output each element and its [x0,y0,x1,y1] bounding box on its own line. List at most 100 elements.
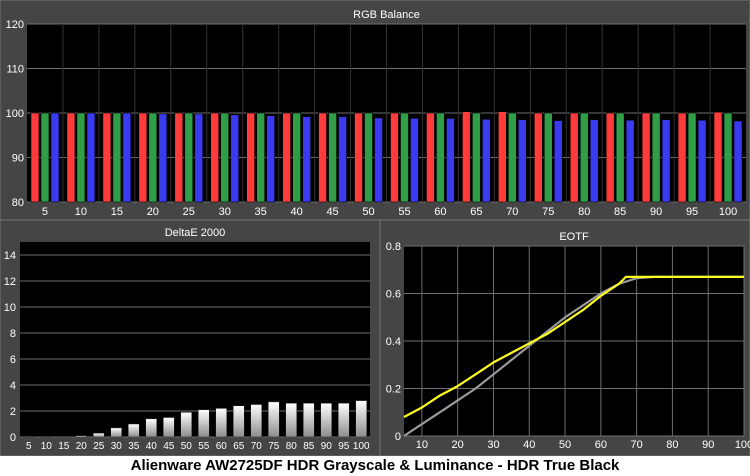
bar-blue [625,119,635,203]
x-tick-label: 35 [255,206,267,218]
bar-red [102,112,112,203]
deltae-bar [75,435,87,438]
y-tick-label: 80 [12,197,24,209]
bar-red [210,112,220,203]
x-tick-label: 25 [183,206,195,218]
deltae-bar [303,402,315,438]
bar-red [282,112,291,203]
rgb-balance-chart: RGB Balance 80 90 100 110 120 5 10 15 20 25 30 35 40 4… [0,0,750,220]
bar-blue [266,115,275,203]
bar-blue [589,119,599,203]
bar-blue [374,117,383,203]
x-tick-label: 80 [286,441,298,452]
bar-green [687,112,697,203]
x-tick-label: 25 [93,441,105,452]
deltae-bar [268,401,280,438]
x-tick-label: 85 [303,441,315,452]
bar-red [677,112,687,203]
bar-blue [86,112,96,203]
bar-blue [338,116,347,203]
bar-blue [302,116,311,203]
deltae-bar [285,402,297,438]
x-tick-label: 45 [163,441,175,452]
eotf-chart: EOTF 0 0.2 0.4 0.6 0.8 10 20 30 40 50 60 70 80 90 100 [380,220,750,456]
bar-red [30,112,40,203]
x-tick-label: 70 [251,441,263,452]
bar-green [256,112,265,203]
bar-blue [553,120,563,203]
bar-blue [194,113,204,203]
deltae-bar [145,418,157,438]
x-tick-label: 15 [58,441,70,452]
figure: RGB Balance 80 90 100 110 120 5 10 15 20 25 30 35 40 4… [0,0,750,476]
bar-red [498,111,507,203]
bar-red [641,112,651,203]
deltae-bar [215,408,227,438]
deltae-bar [320,402,332,438]
bar-red [569,112,579,203]
x-tick-label: 80 [666,439,678,451]
bar-blue [518,119,527,203]
y-tick-label: 0 [395,431,401,443]
bar-red [174,112,184,203]
deltae-bar [128,423,140,438]
y-tick-label: 110 [6,64,24,76]
bar-red [390,112,399,203]
deltae-bar [355,400,367,438]
x-tick-label: 10 [41,441,53,452]
x-tick-label: 10 [75,206,87,218]
y-tick-label: 90 [12,153,24,165]
bar-red [605,112,615,203]
bar-red [426,112,435,203]
bar-green [292,112,301,203]
bar-green [40,112,50,203]
x-tick-label: 30 [111,441,123,452]
x-tick-label: 90 [321,441,333,452]
deltae-chart: DeltaE 2000 0 2 4 6 8 10 12 14 5 10 15 20 25 30 35 40 45 5… [0,220,380,456]
deltae-bar [233,405,245,438]
x-tick-label: 60 [595,439,607,451]
x-tick-label: 100 [353,441,370,452]
y-tick-label: 0.8 [386,241,401,253]
y-tick-label: 6 [10,354,16,366]
bar-red [354,112,363,203]
bar-blue [446,118,455,203]
plot-area [20,242,370,437]
x-tick-label: 30 [487,439,499,451]
chart-title: EOTF [559,231,589,243]
x-tick-label: 55 [398,206,410,218]
x-tick-label: 15 [111,206,123,218]
x-tick-label: 20 [76,441,88,452]
deltae-bar [338,402,350,438]
x-tick-label: 60 [216,441,228,452]
bar-red [318,112,327,203]
x-tick-label: 70 [631,439,643,451]
x-tick-label: 45 [326,206,338,218]
x-tick-label: 100 [719,206,737,218]
deltae-bar [180,412,192,438]
bar-blue [661,119,671,203]
x-tick-label: 5 [26,441,32,452]
chart-title: DeltaE 2000 [165,227,226,239]
bar-green [543,112,553,203]
figure-caption: Alienware AW2725DF HDR Grayscale & Lumin… [0,456,750,476]
deltae-bar [163,417,175,438]
x-tick-label: 40 [146,441,158,452]
bar-green [364,112,373,203]
x-tick-label: 100 [735,439,750,451]
bar-green [651,112,661,203]
deltae-bar [250,404,262,438]
bar-red [713,111,723,203]
bar-red [246,112,255,203]
bar-green [472,112,481,203]
deltae-bar [58,436,70,438]
bar-blue [230,114,240,203]
x-tick-label: 35 [128,441,140,452]
y-tick-label: 12 [4,276,16,288]
x-tick-label: 55 [198,441,210,452]
y-tick-label: 4 [10,380,16,392]
y-tick-label: 0.6 [386,289,401,301]
x-tick-label: 50 [559,439,571,451]
deltae-bar [40,436,52,438]
bar-green [220,112,230,203]
